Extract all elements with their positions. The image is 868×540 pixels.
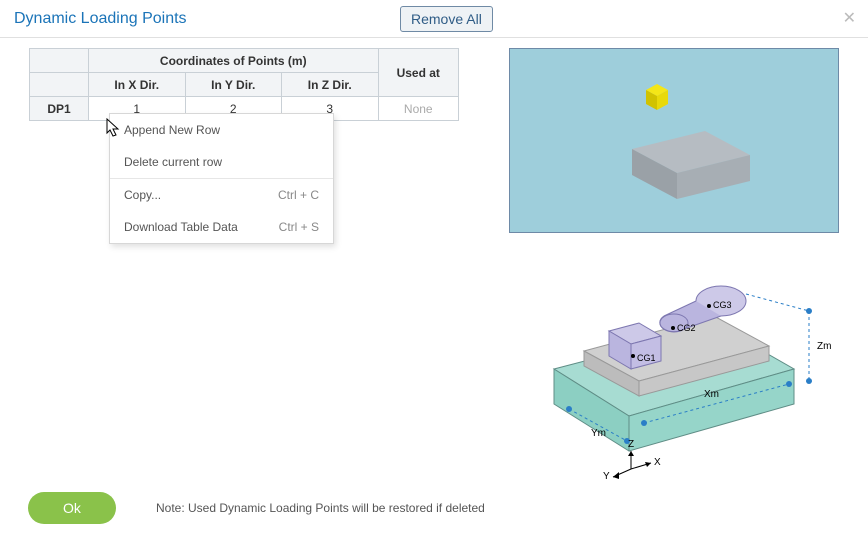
corner-cell-2 bbox=[30, 73, 89, 97]
svg-text:CG3: CG3 bbox=[713, 300, 732, 310]
cell-used: None bbox=[378, 97, 458, 121]
footer-note: Note: Used Dynamic Loading Points will b… bbox=[156, 501, 485, 515]
corner-cell bbox=[30, 49, 89, 73]
svg-text:Y: Y bbox=[603, 471, 610, 482]
svg-text:Z: Z bbox=[628, 439, 634, 450]
row-label: DP1 bbox=[30, 97, 89, 121]
header-y: In Y Dir. bbox=[185, 73, 282, 97]
menu-copy[interactable]: Copy... Ctrl + C bbox=[110, 179, 333, 211]
menu-download[interactable]: Download Table Data Ctrl + S bbox=[110, 211, 333, 243]
menu-delete-row[interactable]: Delete current row bbox=[110, 146, 333, 178]
header-used: Used at bbox=[378, 49, 458, 97]
close-icon[interactable]: ✕ bbox=[843, 8, 856, 28]
grey-slab-icon bbox=[610, 127, 760, 212]
group-header: Coordinates of Points (m) bbox=[88, 49, 378, 73]
svg-text:Ym: Ym bbox=[591, 428, 606, 439]
menu-label: Delete current row bbox=[124, 155, 222, 169]
remove-all-button[interactable]: Remove All bbox=[400, 6, 493, 32]
reference-diagram: CG1 CG2 CG3 Zm Xm Ym bbox=[509, 241, 839, 486]
svg-text:Xm: Xm bbox=[704, 389, 719, 400]
context-menu: Append New Row Delete current row Copy..… bbox=[109, 113, 334, 244]
header-x: In X Dir. bbox=[88, 73, 185, 97]
menu-label: Copy... bbox=[124, 188, 161, 202]
footer: Ok Note: Used Dynamic Loading Points wil… bbox=[0, 492, 868, 524]
menu-append-row[interactable]: Append New Row bbox=[110, 114, 333, 146]
dialog-title: Dynamic Loading Points bbox=[14, 10, 187, 28]
ok-button[interactable]: Ok bbox=[28, 492, 116, 524]
svg-text:Zm: Zm bbox=[817, 341, 831, 352]
viewport-3d[interactable] bbox=[509, 48, 839, 233]
header-z: In Z Dir. bbox=[282, 73, 379, 97]
svg-text:X: X bbox=[654, 457, 661, 468]
menu-shortcut: Ctrl + S bbox=[279, 220, 319, 234]
titlebar: Dynamic Loading Points Remove All ✕ bbox=[0, 0, 868, 38]
menu-label: Append New Row bbox=[124, 123, 220, 137]
menu-shortcut: Ctrl + C bbox=[278, 188, 319, 202]
coordinates-table[interactable]: Coordinates of Points (m) Used at In X D… bbox=[29, 48, 459, 121]
svg-text:CG1: CG1 bbox=[637, 353, 656, 363]
svg-text:CG2: CG2 bbox=[677, 323, 696, 333]
yellow-cube-icon bbox=[640, 82, 674, 116]
menu-label: Download Table Data bbox=[124, 220, 238, 234]
